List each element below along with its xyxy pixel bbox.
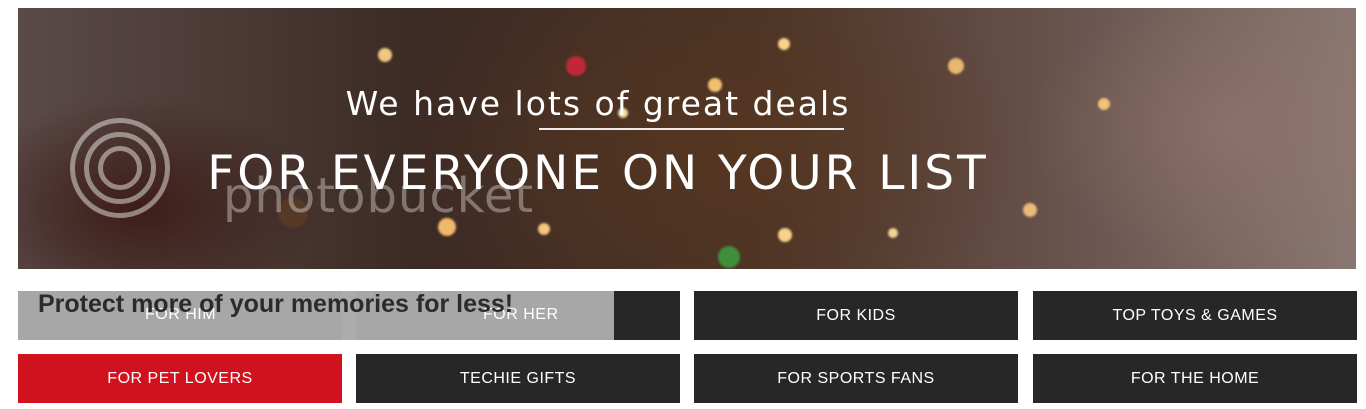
category-button-for-the-home[interactable]: FOR THE HOME	[1033, 354, 1357, 403]
category-button-for-sports-fans[interactable]: FOR SPORTS FANS	[694, 354, 1018, 403]
category-label: FOR THE HOME	[1130, 369, 1260, 387]
category-label: TECHIE GIFTS	[459, 369, 577, 387]
category-button-for-her-edge[interactable]	[614, 291, 680, 340]
bokeh-light	[718, 246, 740, 268]
category-button-for-kids[interactable]: FOR KIDS	[694, 291, 1018, 340]
bokeh-light	[778, 38, 790, 50]
category-button-for-pet-lovers[interactable]: FOR PET LOVERS	[18, 354, 342, 403]
category-button-top-toys-games[interactable]: TOP TOYS & GAMES	[1033, 291, 1357, 340]
category-label: FOR PET LOVERS	[107, 369, 253, 387]
bokeh-light	[538, 223, 550, 235]
bokeh-light	[566, 56, 586, 76]
bokeh-light	[888, 228, 898, 238]
bokeh-light	[778, 228, 792, 242]
bokeh-light	[1023, 203, 1037, 217]
promo-banner[interactable]: photobucket We have lots of great deals …	[18, 8, 1356, 269]
category-label: FOR KIDS	[816, 306, 896, 324]
bokeh-light	[378, 48, 392, 62]
category-label: FOR SPORTS FANS	[777, 369, 935, 387]
category-label: TOP TOYS & GAMES	[1112, 306, 1278, 324]
banner-subheadline: FOR EVERYONE ON YOUR LIST	[207, 146, 989, 201]
category-button-techie-gifts[interactable]: TECHIE GIFTS	[356, 354, 680, 403]
bokeh-light	[948, 58, 964, 74]
headline-divider	[539, 128, 844, 130]
promo-overlay-text: Protect more of your memories for less!	[38, 290, 514, 318]
banner-headline: We have lots of great deals	[345, 84, 851, 123]
